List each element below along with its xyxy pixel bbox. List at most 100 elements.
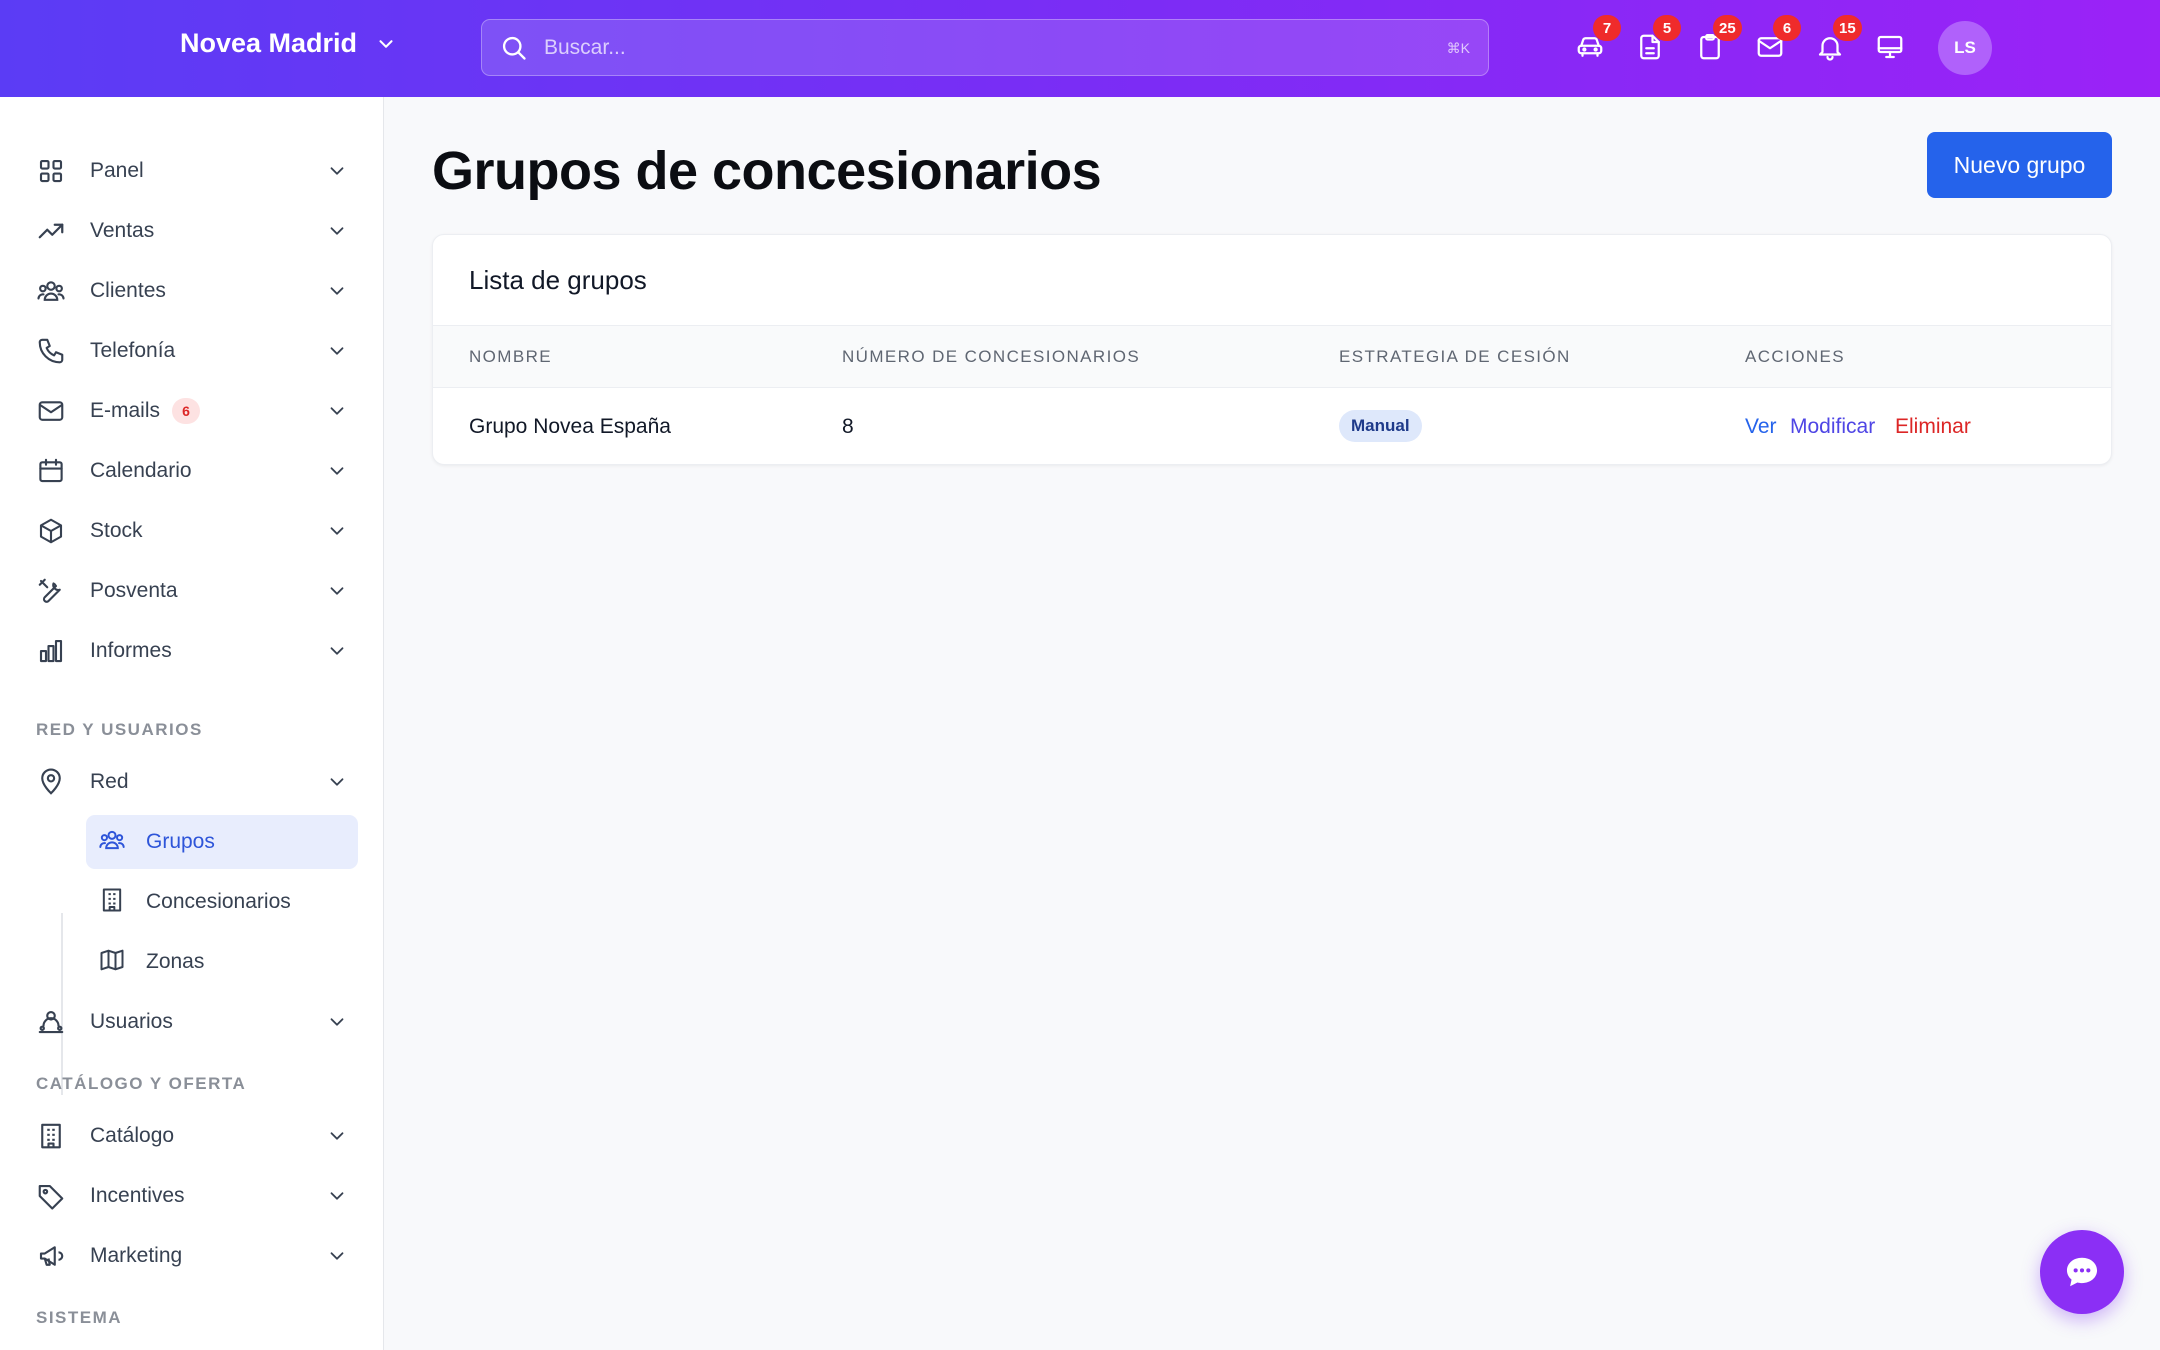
- sidebar-item-informes[interactable]: Informes: [36, 624, 358, 678]
- notification-badge: 6: [1773, 15, 1801, 41]
- sidebar-item-marketing[interactable]: Marketing: [36, 1229, 358, 1283]
- chevron-down-icon: [330, 1018, 344, 1026]
- sidebar-item-label: Stock: [90, 519, 143, 542]
- sidebar-item-panel[interactable]: Panel: [36, 144, 358, 198]
- chevron-down-icon: [330, 467, 344, 475]
- sidebar-item-telefonia[interactable]: Telefonía: [36, 324, 358, 378]
- sidebar-item-label: Telefonía: [90, 339, 176, 362]
- table-row: Grupo Novea España 8 Manual Ver Modifica…: [433, 388, 2111, 464]
- sidebar-item-label: Concesionarios: [146, 890, 291, 913]
- sidebar: Panel Ventas Clientes Telefonía E-mails …: [0, 97, 384, 1350]
- grid-icon: [39, 159, 63, 183]
- chevron-down-icon: [330, 347, 344, 355]
- sidebar-item-label: Zonas: [146, 950, 205, 973]
- sidebar-item-label: Informes: [90, 639, 172, 662]
- sidebar-item-stock[interactable]: Stock: [36, 504, 358, 558]
- card-title: Lista de grupos: [469, 265, 647, 295]
- delete-link[interactable]: Eliminar: [1895, 415, 1971, 439]
- strategy-badge: Manual: [1339, 410, 1422, 442]
- groups-card: Lista de grupos NOMBRE NÚMERO DE CONCESI…: [432, 234, 2112, 465]
- column-header-nombre: NOMBRE: [469, 347, 553, 366]
- users-icon: [99, 830, 125, 849]
- table-header: NOMBRE NÚMERO DE CONCESIONARIOS ESTRATEG…: [433, 325, 2111, 388]
- chevron-down-icon: [330, 1132, 344, 1140]
- sidebar-item-catalogo[interactable]: Catálogo: [36, 1109, 358, 1163]
- mail-icon: [38, 401, 64, 421]
- building-icon: [41, 1123, 61, 1149]
- vehicles-button[interactable]: 7: [1575, 15, 1621, 64]
- edit-link[interactable]: Modificar: [1790, 415, 1875, 439]
- notification-badge: 7: [1593, 15, 1621, 41]
- chevron-down-icon: [330, 1252, 344, 1260]
- messages-button[interactable]: 6: [1755, 15, 1801, 64]
- chat-button[interactable]: [2040, 1230, 2124, 1314]
- sidebar-item-label: Grupos: [146, 830, 215, 853]
- sidebar-item-red[interactable]: Red: [36, 755, 358, 809]
- bar-chart-icon: [39, 639, 63, 663]
- sidebar-item-calendario[interactable]: Calendario: [36, 444, 358, 498]
- view-link[interactable]: Ver: [1745, 415, 1777, 439]
- chevron-down-icon: [330, 587, 344, 595]
- map-pin-icon: [41, 768, 61, 795]
- search-shortcut: ⌘K: [1446, 40, 1470, 56]
- sidebar-subitem-grupos[interactable]: Grupos: [86, 815, 358, 869]
- sidebar-item-incentives[interactable]: Incentives: [36, 1169, 358, 1223]
- workspace-switcher[interactable]: Novea Madrid: [180, 28, 397, 59]
- tag-icon: [38, 1184, 64, 1210]
- sidebar-item-emails[interactable]: E-mails 6: [36, 384, 358, 438]
- new-group-button[interactable]: Nuevo grupo: [1927, 132, 2112, 198]
- chevron-down-icon: [330, 407, 344, 415]
- chat-bubble-icon: [2066, 1257, 2098, 1287]
- page-title: Grupos de concesionarios: [432, 141, 1102, 201]
- sidebar-item-label: Posventa: [90, 579, 178, 602]
- search-box[interactable]: ⌘K: [481, 19, 1489, 76]
- chevron-down-icon: [330, 778, 344, 786]
- sidebar-item-posventa[interactable]: Posventa: [36, 564, 358, 618]
- chevron-down-icon: [330, 647, 344, 655]
- notification-badge: 5: [1653, 15, 1681, 41]
- cell-numero: 8: [842, 415, 854, 438]
- sidebar-item-ventas[interactable]: Ventas: [36, 204, 358, 258]
- chevron-down-icon: [330, 167, 344, 175]
- column-header-numero: NÚMERO DE CONCESIONARIOS: [842, 347, 1141, 366]
- chevron-down-icon: [330, 227, 344, 235]
- workspace-name: Novea Madrid: [180, 28, 358, 58]
- sidebar-item-label: Catálogo: [90, 1124, 175, 1147]
- sidebar-item-clientes[interactable]: Clientes: [36, 264, 358, 318]
- sidebar-item-label: Incentives: [90, 1184, 185, 1207]
- sidebar-item-usuarios[interactable]: Usuarios: [36, 995, 358, 1049]
- documents-button[interactable]: 5: [1635, 15, 1681, 64]
- section-title-network: RED Y USUARIOS: [36, 720, 203, 739]
- sidebar-item-label: Calendario: [90, 459, 192, 482]
- column-header-acciones: ACCIONES: [1745, 347, 1845, 366]
- sidebar-item-label: Ventas: [90, 219, 155, 242]
- sidebar-item-label: Marketing: [90, 1244, 183, 1267]
- chevron-down-icon: [330, 287, 344, 295]
- sidebar-subitem-zonas[interactable]: Zonas: [86, 935, 358, 989]
- chevron-down-icon: [330, 1192, 344, 1200]
- sidebar-item-label: Panel: [90, 159, 144, 182]
- chevron-down-icon: [379, 39, 393, 48]
- tasks-button[interactable]: 25: [1695, 15, 1742, 64]
- count-badge: 6: [172, 398, 201, 424]
- phone-icon: [38, 338, 64, 364]
- search-icon: [502, 36, 526, 60]
- chevron-down-icon: [330, 527, 344, 535]
- tools-icon: [38, 578, 61, 603]
- map-icon: [100, 949, 124, 970]
- sidebar-item-label: Usuarios: [90, 1010, 173, 1033]
- users-icon: [37, 281, 65, 301]
- cell-nombre: Grupo Novea España: [469, 415, 671, 438]
- search-input[interactable]: [544, 32, 1404, 64]
- notification-badge: 15: [1833, 15, 1862, 41]
- monitor-icon: [1877, 35, 1903, 59]
- section-title-catalog: CATÁLOGO Y OFERTA: [36, 1074, 247, 1093]
- calendar-icon: [39, 458, 63, 483]
- trending-up-icon: [38, 223, 64, 239]
- section-title-system: SISTEMA: [36, 1308, 123, 1327]
- sidebar-subitem-concesionarios[interactable]: Concesionarios: [86, 875, 358, 929]
- sidebar-item-label: E-mails: [90, 399, 161, 422]
- display-button[interactable]: [1875, 32, 1907, 64]
- user-avatar[interactable]: LS: [1938, 21, 1992, 75]
- notifications-button[interactable]: 15: [1815, 15, 1862, 64]
